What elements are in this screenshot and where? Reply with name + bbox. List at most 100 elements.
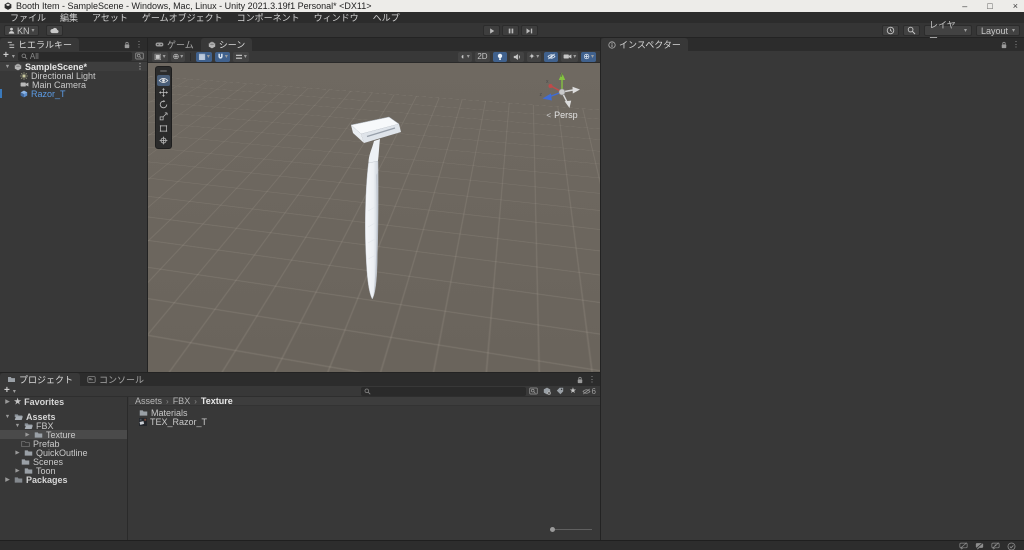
breadcrumb-fbx[interactable]: FBX — [173, 396, 191, 406]
window-title: Booth Item - SampleScene - Windows, Mac,… — [16, 1, 372, 11]
create-asset-button[interactable]: + — [4, 386, 10, 396]
scene-visibility-button[interactable] — [544, 51, 559, 62]
globe-icon: ⊕ — [172, 51, 180, 61]
tab-game[interactable]: ゲーム — [148, 38, 201, 51]
chevron-down-icon[interactable]: ▾ — [12, 53, 15, 60]
tab-project[interactable]: プロジェクト — [0, 373, 81, 386]
rotate-tool-button[interactable] — [157, 99, 170, 110]
view-tool-button[interactable] — [157, 75, 170, 86]
scene-lighting-button[interactable] — [492, 51, 507, 62]
hierarchy-item-razor[interactable]: Razor_T — [0, 89, 147, 99]
directional-light-icon — [20, 71, 28, 80]
cache-server-status-icon[interactable] — [1007, 542, 1016, 550]
gizmos-button[interactable]: ⊕ ▾ — [581, 51, 596, 62]
search-window-icon[interactable] — [529, 387, 538, 395]
axis-cone-white-right[interactable] — [572, 86, 581, 94]
tab-inspector[interactable]: インスペクター — [601, 38, 688, 51]
perspective-toggle[interactable]: < Persp — [530, 110, 594, 120]
tree-item-favorites[interactable]: ▶ ★ Favorites — [0, 397, 127, 407]
search-by-type-icon[interactable] — [543, 387, 552, 395]
search-window-icon[interactable] — [135, 52, 144, 60]
foldout-closed-icon[interactable]: ▶ — [14, 450, 21, 456]
panel-menu-icon[interactable]: ⋮ — [135, 40, 143, 49]
undo-history-button[interactable] — [882, 25, 899, 36]
axis-cone-white-down[interactable] — [564, 100, 572, 108]
hierarchy-item-main-camera[interactable]: Main Camera — [0, 80, 147, 90]
tab-scene[interactable]: シーン — [200, 38, 253, 51]
thumbnail-size-slider[interactable] — [550, 527, 592, 532]
tool-handle-rotation-button[interactable]: ⊕ ▾ — [170, 51, 186, 62]
scene-menu-icon[interactable]: ⋮ — [136, 62, 147, 71]
pause-button[interactable] — [502, 25, 519, 36]
project-search-input[interactable] — [361, 386, 527, 396]
rect-tool-button[interactable] — [157, 123, 170, 134]
breadcrumb-assets[interactable]: Assets — [135, 396, 162, 406]
grid-snapping-button[interactable]: ▾ — [214, 51, 230, 62]
foldout-closed-icon[interactable]: ▶ — [14, 468, 21, 474]
folder-icon — [21, 458, 30, 465]
folder-open-icon — [24, 422, 33, 429]
effects-button[interactable]: ✦ ▾ — [526, 51, 542, 62]
tab-scene-label: シーン — [218, 40, 246, 50]
console-info-muted-icon[interactable] — [991, 542, 1000, 550]
foldout-open-icon[interactable]: ▼ — [4, 64, 11, 70]
step-button[interactable] — [521, 25, 538, 36]
foldout-open-icon[interactable]: ▼ — [4, 414, 11, 420]
overlay-drag-handle[interactable] — [160, 70, 167, 72]
orientation-gizmo[interactable]: y x z — [538, 70, 586, 112]
snap-settings-button[interactable]: ▾ — [232, 51, 249, 62]
foldout-closed-icon[interactable]: ▶ — [4, 399, 11, 405]
tool-handle-pivot-button[interactable]: ▣ ▾ — [152, 51, 168, 62]
tree-item-texture[interactable]: ▶ Texture — [0, 430, 127, 440]
create-object-button[interactable]: + — [3, 51, 9, 61]
minimize-button[interactable]: – — [962, 1, 967, 11]
move-tool-button[interactable] — [157, 87, 170, 98]
grid-visibility-button[interactable]: ▦ ▾ — [196, 51, 212, 62]
save-search-star-icon[interactable]: ★ — [569, 387, 576, 395]
play-button[interactable] — [483, 25, 500, 36]
hidden-packages-toggle[interactable]: 6 — [582, 387, 596, 396]
asset-item-tex-razor[interactable]: TEX_Razor_T — [129, 417, 600, 427]
maximize-button[interactable]: □ — [987, 1, 992, 11]
search-by-label-icon[interactable] — [556, 387, 564, 395]
scene-camera-button[interactable]: ▾ — [561, 51, 579, 62]
scene-viewport[interactable]: y x z < Persp — [148, 63, 600, 372]
persp-label: Persp — [554, 110, 578, 120]
tree-item-packages[interactable]: ▶ Packages — [0, 475, 127, 485]
lock-icon[interactable] — [124, 41, 130, 49]
foldout-closed-icon[interactable]: ▶ — [24, 432, 31, 438]
tree-item-scenes[interactable]: Scenes — [0, 457, 127, 467]
lock-icon[interactable] — [577, 376, 583, 384]
breadcrumb-texture[interactable]: Texture — [201, 396, 233, 406]
console-error-muted-icon[interactable] — [959, 542, 968, 550]
layout-dropdown[interactable]: Layout ▾ — [976, 25, 1020, 36]
hierarchy-search-input[interactable]: All — [17, 51, 132, 61]
layers-dropdown[interactable]: レイヤー ▾ — [924, 20, 972, 43]
gizmo-center[interactable] — [558, 88, 566, 96]
tree-item-assets[interactable]: ▼ Assets — [0, 412, 127, 422]
slider-knob[interactable] — [550, 527, 555, 532]
panel-menu-icon[interactable]: ⋮ — [588, 375, 596, 384]
axis-z-cone[interactable] — [542, 93, 552, 101]
close-button[interactable]: × — [1013, 1, 1018, 11]
2d-toggle-button[interactable]: 2D — [475, 51, 490, 62]
lock-icon[interactable] — [1001, 41, 1007, 49]
playmode-controls — [483, 25, 538, 36]
search-button[interactable] — [903, 25, 920, 36]
console-warning-muted-icon[interactable] — [975, 542, 984, 550]
scene-audio-button[interactable] — [509, 51, 524, 62]
scale-tool-button[interactable] — [157, 111, 170, 122]
draw-mode-button[interactable]: ◐ ▾ — [458, 51, 473, 62]
account-button[interactable]: KN ▾ — [4, 25, 39, 36]
foldout-open-icon[interactable]: ▼ — [14, 423, 21, 429]
cloud-services-button[interactable] — [46, 25, 63, 36]
tree-item-quickoutline[interactable]: ▶ QuickOutline — [0, 448, 127, 458]
tab-hierarchy[interactable]: ヒエラルキー — [0, 38, 80, 51]
chevron-down-icon[interactable]: ▾ — [13, 388, 16, 395]
razor-3d-model[interactable] — [349, 115, 405, 305]
transform-tool-button[interactable] — [157, 135, 170, 146]
panel-menu-icon[interactable]: ⋮ — [1012, 40, 1020, 49]
axis-x-ball[interactable] — [548, 84, 553, 88]
tab-console[interactable]: コンソール — [80, 373, 151, 386]
foldout-closed-icon[interactable]: ▶ — [4, 477, 11, 483]
